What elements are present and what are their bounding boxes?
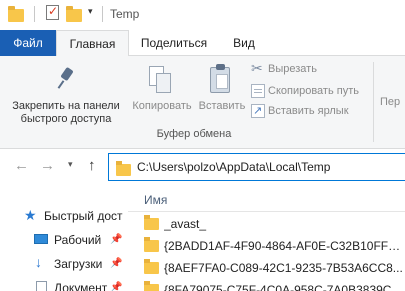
nav-downloads-label: Загрузки bbox=[54, 257, 103, 271]
tab-file[interactable]: Файл bbox=[0, 30, 56, 56]
address-bar[interactable]: C:\Users\polzo\AppData\Local\Temp bbox=[108, 153, 405, 181]
list-item[interactable]: {2BADD1AF-4F90-4864-AF0E-C32B10FF4... bbox=[128, 236, 405, 258]
address-path[interactable]: C:\Users\polzo\AppData\Local\Temp bbox=[137, 160, 330, 174]
column-name-label: Имя bbox=[144, 193, 168, 207]
folder-icon bbox=[144, 237, 159, 252]
star-icon: ★ bbox=[24, 207, 37, 223]
navigation-bar: ← → ▾ ↑ C:\Users\polzo\AppData\Local\Tem… bbox=[0, 150, 405, 184]
document-icon bbox=[36, 281, 47, 291]
copy-label: Копировать bbox=[132, 100, 192, 112]
column-header-name[interactable]: Имя bbox=[128, 190, 405, 212]
pin-icon: 📌 bbox=[110, 258, 123, 269]
tab-view[interactable]: Вид bbox=[224, 30, 264, 56]
folder-icon bbox=[144, 259, 159, 274]
toolbar-separator bbox=[34, 6, 35, 22]
pin-icon: 📌 bbox=[110, 234, 123, 245]
title-bar: ▾ Temp bbox=[0, 0, 405, 30]
file-name: _avast_ bbox=[164, 217, 207, 231]
quick-access-dropdown-icon[interactable]: ▾ bbox=[88, 6, 93, 17]
file-list: Имя _avast_ {2BADD1AF-4F90-4864-AF0E-C32… bbox=[128, 184, 405, 291]
folder-icon bbox=[116, 161, 131, 176]
copy-button[interactable]: Копировать bbox=[127, 60, 197, 128]
shortcut-icon bbox=[251, 102, 265, 120]
pin-to-quick-access-button[interactable]: Закрепить на панели быстрого доступа bbox=[4, 60, 128, 128]
ribbon-panel: Закрепить на панели быстрого доступа Коп… bbox=[0, 56, 405, 149]
folder-icon bbox=[144, 215, 159, 230]
list-item[interactable]: {8AEF7FA0-C089-42C1-9235-7B53A6CC8... bbox=[128, 258, 405, 280]
properties-icon[interactable] bbox=[46, 4, 59, 20]
tab-home[interactable]: Главная bbox=[56, 30, 129, 57]
recent-locations-chevron-icon[interactable]: ▾ bbox=[68, 159, 73, 170]
clipboard-group-label: Буфер обмена bbox=[156, 128, 232, 140]
desktop-icon bbox=[34, 234, 48, 244]
back-arrow-icon[interactable]: ← bbox=[14, 157, 29, 174]
up-arrow-icon[interactable]: ↑ bbox=[88, 157, 96, 174]
nav-documents-label: Документ bbox=[54, 281, 108, 291]
paste-button[interactable]: Вставить bbox=[196, 60, 248, 128]
file-name: {8AEF7FA0-C089-42C1-9235-7B53A6CC8... bbox=[164, 261, 403, 275]
pin-icon bbox=[59, 68, 73, 90]
tab-share[interactable]: Поделиться bbox=[134, 30, 214, 56]
cut-label: Вырезать bbox=[268, 63, 317, 75]
nav-desktop-label: Рабочий bbox=[54, 233, 102, 247]
pin-icon: 📌 bbox=[110, 282, 123, 291]
folder-icon bbox=[144, 281, 159, 291]
scissors-icon bbox=[251, 59, 265, 77]
navigation-pane: ★ Быстрый дост Рабочий 📌 ↓ Загрузки 📌 До… bbox=[0, 184, 128, 291]
ribbon-tabs: Файл Главная Поделиться Вид bbox=[0, 30, 405, 57]
list-item[interactable]: _avast_ bbox=[128, 214, 405, 236]
copy-icon bbox=[149, 66, 173, 94]
clipboard-icon bbox=[210, 64, 232, 94]
paste-label: Вставить bbox=[198, 100, 246, 112]
next-group-partial-label[interactable]: Пер bbox=[380, 96, 400, 108]
nav-quick-access-label: Быстрый дост bbox=[44, 209, 123, 223]
window-title: Temp bbox=[110, 7, 140, 21]
list-item[interactable]: {8FA79075-C75F-4C0A-958C-7A0B3839C... bbox=[128, 280, 405, 291]
download-arrow-icon: ↓ bbox=[35, 254, 42, 270]
toolbar-separator bbox=[102, 6, 103, 22]
paste-shortcut-label: Вставить ярлык bbox=[268, 105, 349, 117]
file-name: {2BADD1AF-4F90-4864-AF0E-C32B10FF4... bbox=[164, 239, 404, 253]
forward-arrow-icon[interactable]: → bbox=[40, 157, 55, 174]
file-name: {8FA79075-C75F-4C0A-958C-7A0B3839C... bbox=[164, 283, 402, 291]
folder-icon[interactable] bbox=[8, 6, 24, 22]
ribbon-group-separator bbox=[373, 62, 374, 142]
copy-path-label: Скопировать путь bbox=[268, 85, 359, 97]
pin-to-quick-access-label: Закрепить на панели быстрого доступа bbox=[12, 100, 120, 125]
new-folder-icon[interactable] bbox=[66, 6, 82, 22]
copy-path-icon bbox=[251, 84, 265, 98]
